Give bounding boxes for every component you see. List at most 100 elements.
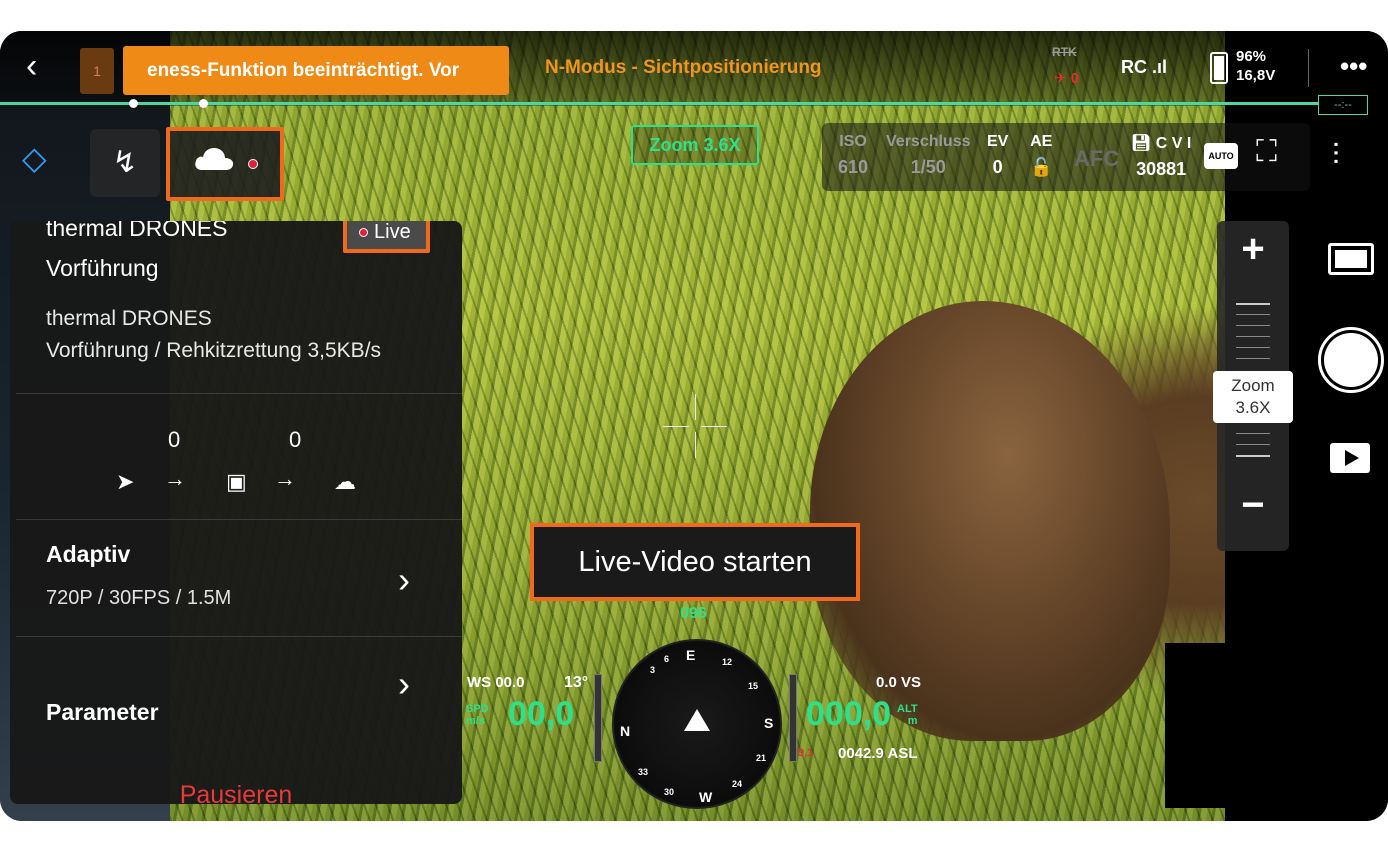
storage-value: 30881 <box>1136 159 1187 179</box>
divider <box>16 636 462 637</box>
cloud-outline-icon: ☁ <box>334 469 356 494</box>
zoom-tick <box>1236 433 1270 434</box>
live-stream-panel: thermal DRONES Vorführung Live thermal D… <box>10 221 462 804</box>
zoom-tick <box>1236 303 1270 305</box>
aircraft-icon <box>684 709 710 731</box>
storage-label: 💾︎ C V I <box>1131 135 1192 152</box>
zoom-label-text: Zoom <box>1231 376 1275 395</box>
zoom-slider[interactable]: + Zoom 3.6X − <box>1213 221 1293 551</box>
iso-param: ISO 610 <box>838 133 868 178</box>
gps-diamond-icon[interactable]: ◇ <box>22 139 47 177</box>
afc-label: AFC <box>1074 146 1120 171</box>
wind-speed: WS 00.0 <box>467 674 525 691</box>
altitude-unit-value: m <box>907 715 918 727</box>
vertical-speed: 0.0 VS <box>876 674 922 691</box>
compass-east-label: E <box>686 647 696 663</box>
flight-route-button[interactable]: ↯ <box>90 129 160 197</box>
start-live-video-tooltip[interactable]: Live-Video starten <box>530 523 860 601</box>
compass-tick-24: 24 <box>732 779 743 789</box>
divider <box>16 519 462 520</box>
zoom-tick <box>1236 325 1270 326</box>
auto-camera-badge[interactable]: AUTO <box>1204 143 1238 169</box>
zoom-tick <box>1236 455 1270 457</box>
shutter-button[interactable] <box>1318 327 1384 393</box>
settings-sliders-icon[interactable]: ⫶ <box>1332 139 1340 173</box>
compass-tick-15: 15 <box>748 681 759 691</box>
playback-icon[interactable] <box>1330 443 1370 473</box>
more-menu-icon[interactable]: ••• <box>1340 51 1367 82</box>
drone-app-screen: ‹ 1 eness-Funktion beeinträchtigt. Vor N… <box>0 31 1388 821</box>
rtk-value: ✈ 0 <box>1054 69 1079 87</box>
top-status-bar: ‹ 1 eness-Funktion beeinträchtigt. Vor N… <box>0 31 1388 106</box>
ae-param: AE 🔓 <box>1030 133 1052 178</box>
rc-label: RC <box>1121 57 1147 77</box>
scan-focus-icon[interactable]: ⛶ <box>1256 135 1277 169</box>
ev-label: EV <box>987 133 1009 150</box>
shutter-label: Verschluss <box>886 133 971 150</box>
zoom-out-button[interactable]: − <box>1217 483 1289 528</box>
compass-tick-3: 3 <box>650 665 656 675</box>
compass-tick-6: 6 <box>664 654 670 664</box>
battery-voltage: 16,8V <box>1236 67 1276 84</box>
flight-mode-text: N-Modus - Sichtpositionierung <box>545 57 822 78</box>
pause-button[interactable]: Pausieren <box>10 781 462 804</box>
flow-arrow-icon: → <box>274 466 296 491</box>
photo-frame-icon[interactable] <box>1328 243 1374 275</box>
ae-label: AE <box>1030 133 1053 150</box>
rtk-label: RTK <box>1052 45 1077 59</box>
altitude-readout: 000,0 <box>806 695 892 733</box>
rtk-count: 0 <box>1070 70 1080 87</box>
parameter-title[interactable]: Parameter <box>46 699 159 726</box>
iso-label: ISO <box>839 133 867 150</box>
progress-marker <box>199 99 208 108</box>
compass-tick-30: 30 <box>664 787 675 797</box>
divider <box>1308 49 1309 87</box>
live-badge[interactable]: Live <box>343 221 430 253</box>
cloud-icon <box>195 148 234 170</box>
recording-dot-icon <box>248 159 258 169</box>
compass-tick-12: 12 <box>722 657 733 667</box>
rc-signal: RC .ıl <box>1121 57 1167 78</box>
zoom-tick <box>1236 336 1270 337</box>
asl-altitude: 0042.9 ASL <box>838 745 918 762</box>
ae-lock-icon: 🔓 <box>1030 157 1053 177</box>
altitude-warning: 9,1 <box>798 747 814 759</box>
speed-bar <box>594 674 602 762</box>
speed-unit: SPD m/s <box>466 703 489 727</box>
ev-value: 0 <box>992 157 1003 177</box>
satellite-icon: ✈ <box>1054 70 1067 87</box>
zoom-label-value: 3.6X <box>1235 398 1271 417</box>
gimbal-tilt: 13° <box>564 674 589 691</box>
altitude-unit: ALT m <box>897 703 918 727</box>
cloud-live-button[interactable] <box>166 127 284 201</box>
altitude-unit-label: ALT <box>897 703 918 715</box>
shutter-param: Verschluss 1/50 <box>886 133 971 178</box>
notification-count[interactable]: 1 <box>80 48 114 94</box>
progress-marker <box>129 99 138 108</box>
remote-controller-icon: ▣ <box>226 469 247 494</box>
drone-arrow-icon: ➤ <box>116 469 135 494</box>
chevron-right-icon[interactable]: › <box>398 663 410 705</box>
live-badge-label: Live <box>374 221 411 243</box>
ev-param: EV 0 <box>987 133 1008 178</box>
back-icon[interactable]: ‹ <box>26 49 37 83</box>
battery-icon <box>1210 52 1228 84</box>
crosshair <box>695 394 696 420</box>
live-dot-icon <box>359 228 368 237</box>
flow-count-rc: 0 <box>289 427 302 452</box>
horizontal-speed: 00,0 <box>508 695 575 733</box>
flow-arrow-icon: → <box>164 466 186 491</box>
zoom-level-tag: Zoom 3.6X <box>631 125 759 165</box>
zoom-tick <box>1236 314 1270 315</box>
route-icon: ↯ <box>112 146 138 179</box>
heading-readout: 096 <box>680 605 707 622</box>
crosshair <box>663 426 689 427</box>
warning-banner[interactable]: eness-Funktion beeinträchtigt. Vor <box>123 46 509 95</box>
speed-unit-value: m/s <box>466 715 485 727</box>
divider <box>16 393 462 394</box>
quality-title[interactable]: Adaptiv <box>46 541 130 568</box>
chevron-right-icon[interactable]: › <box>398 559 410 601</box>
zoom-tick <box>1236 347 1270 348</box>
zoom-in-button[interactable]: + <box>1217 227 1289 272</box>
compass-tick-21: 21 <box>756 753 767 763</box>
